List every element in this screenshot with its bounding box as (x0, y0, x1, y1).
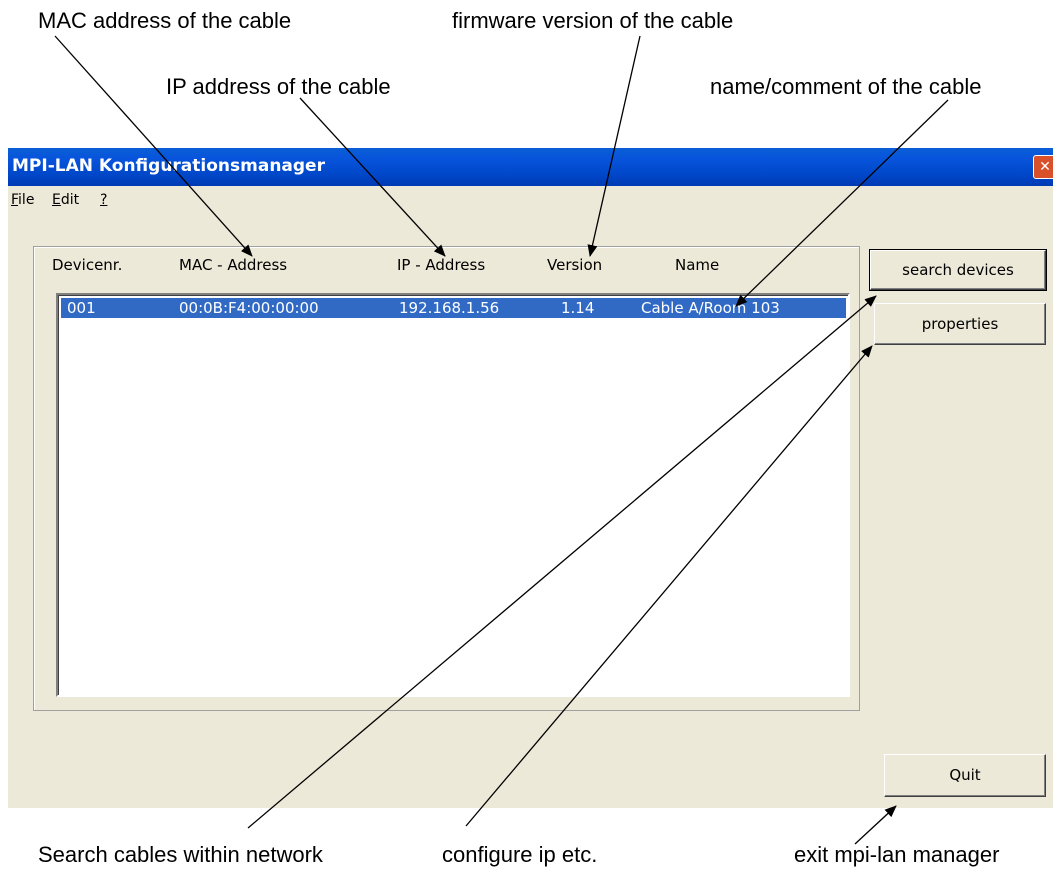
arrow-name (735, 99, 949, 307)
arrow-search (247, 295, 877, 829)
arrow-firmware (587, 35, 641, 257)
arrow-mac (54, 35, 253, 257)
arrow-ip (299, 97, 446, 257)
annotation-arrows (54, 35, 949, 845)
arrow-properties (465, 345, 873, 827)
arrow-quit (854, 805, 897, 845)
